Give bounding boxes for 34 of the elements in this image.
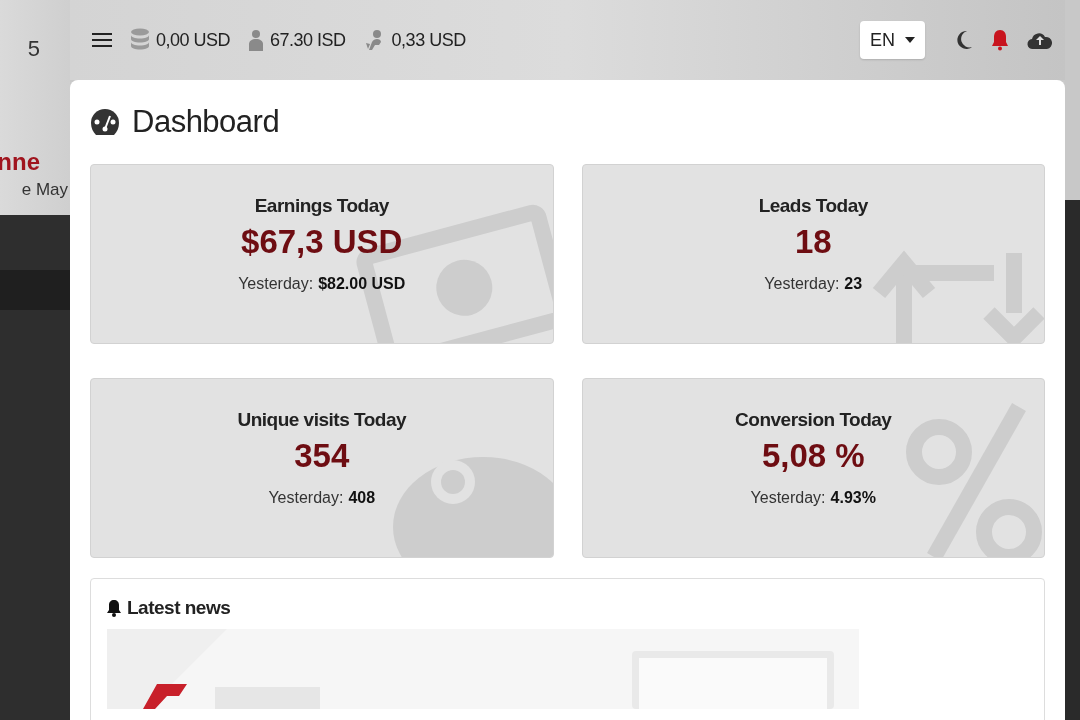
yesterday-label: Yesterday: (750, 489, 826, 507)
database-icon (130, 28, 150, 52)
counter-text: 5 (27, 36, 40, 62)
dashboard-icon (90, 108, 120, 136)
sidebar-item (0, 270, 70, 310)
yesterday-value: 23 (844, 275, 863, 293)
stat-value: 18 (794, 223, 832, 261)
balance-text: 67.30 ISD (270, 29, 346, 51)
stat-title: Leads Today (758, 195, 868, 217)
yesterday-value: $82.00 USD (318, 275, 406, 293)
stat-value: $67,3 USD (241, 223, 403, 261)
yesterday-value: 4.93% (830, 489, 876, 507)
user-icon (248, 29, 265, 51)
yesterday-label: Yesterday: (238, 275, 314, 293)
caret-icon (905, 37, 915, 43)
cloud-upload-icon[interactable] (1027, 30, 1053, 50)
stat-title: Unique visits Today (237, 409, 407, 431)
balance-text: 0,33 USD (391, 29, 466, 51)
user-subtitle: e May (21, 180, 68, 200)
moon-icon[interactable] (955, 30, 973, 50)
yesterday-label: Yesterday: (268, 489, 344, 507)
stat-value: 5,08 % (761, 437, 865, 475)
page-title: Dashboard (132, 104, 280, 140)
stat-title: Earnings Today (254, 195, 389, 217)
yesterday-value: 408 (348, 489, 376, 507)
notification-bell-icon[interactable] (991, 29, 1009, 51)
news-title: Latest news (127, 597, 231, 619)
bell-icon (107, 599, 121, 617)
balance-text: 0,00 USD (156, 29, 231, 51)
menu-icon[interactable] (92, 32, 112, 48)
yesterday-label: Yesterday: (764, 275, 840, 293)
stat-value: 354 (294, 437, 350, 475)
language-select[interactable]: EN (860, 21, 925, 59)
stat-title: Conversion Today (735, 409, 892, 431)
